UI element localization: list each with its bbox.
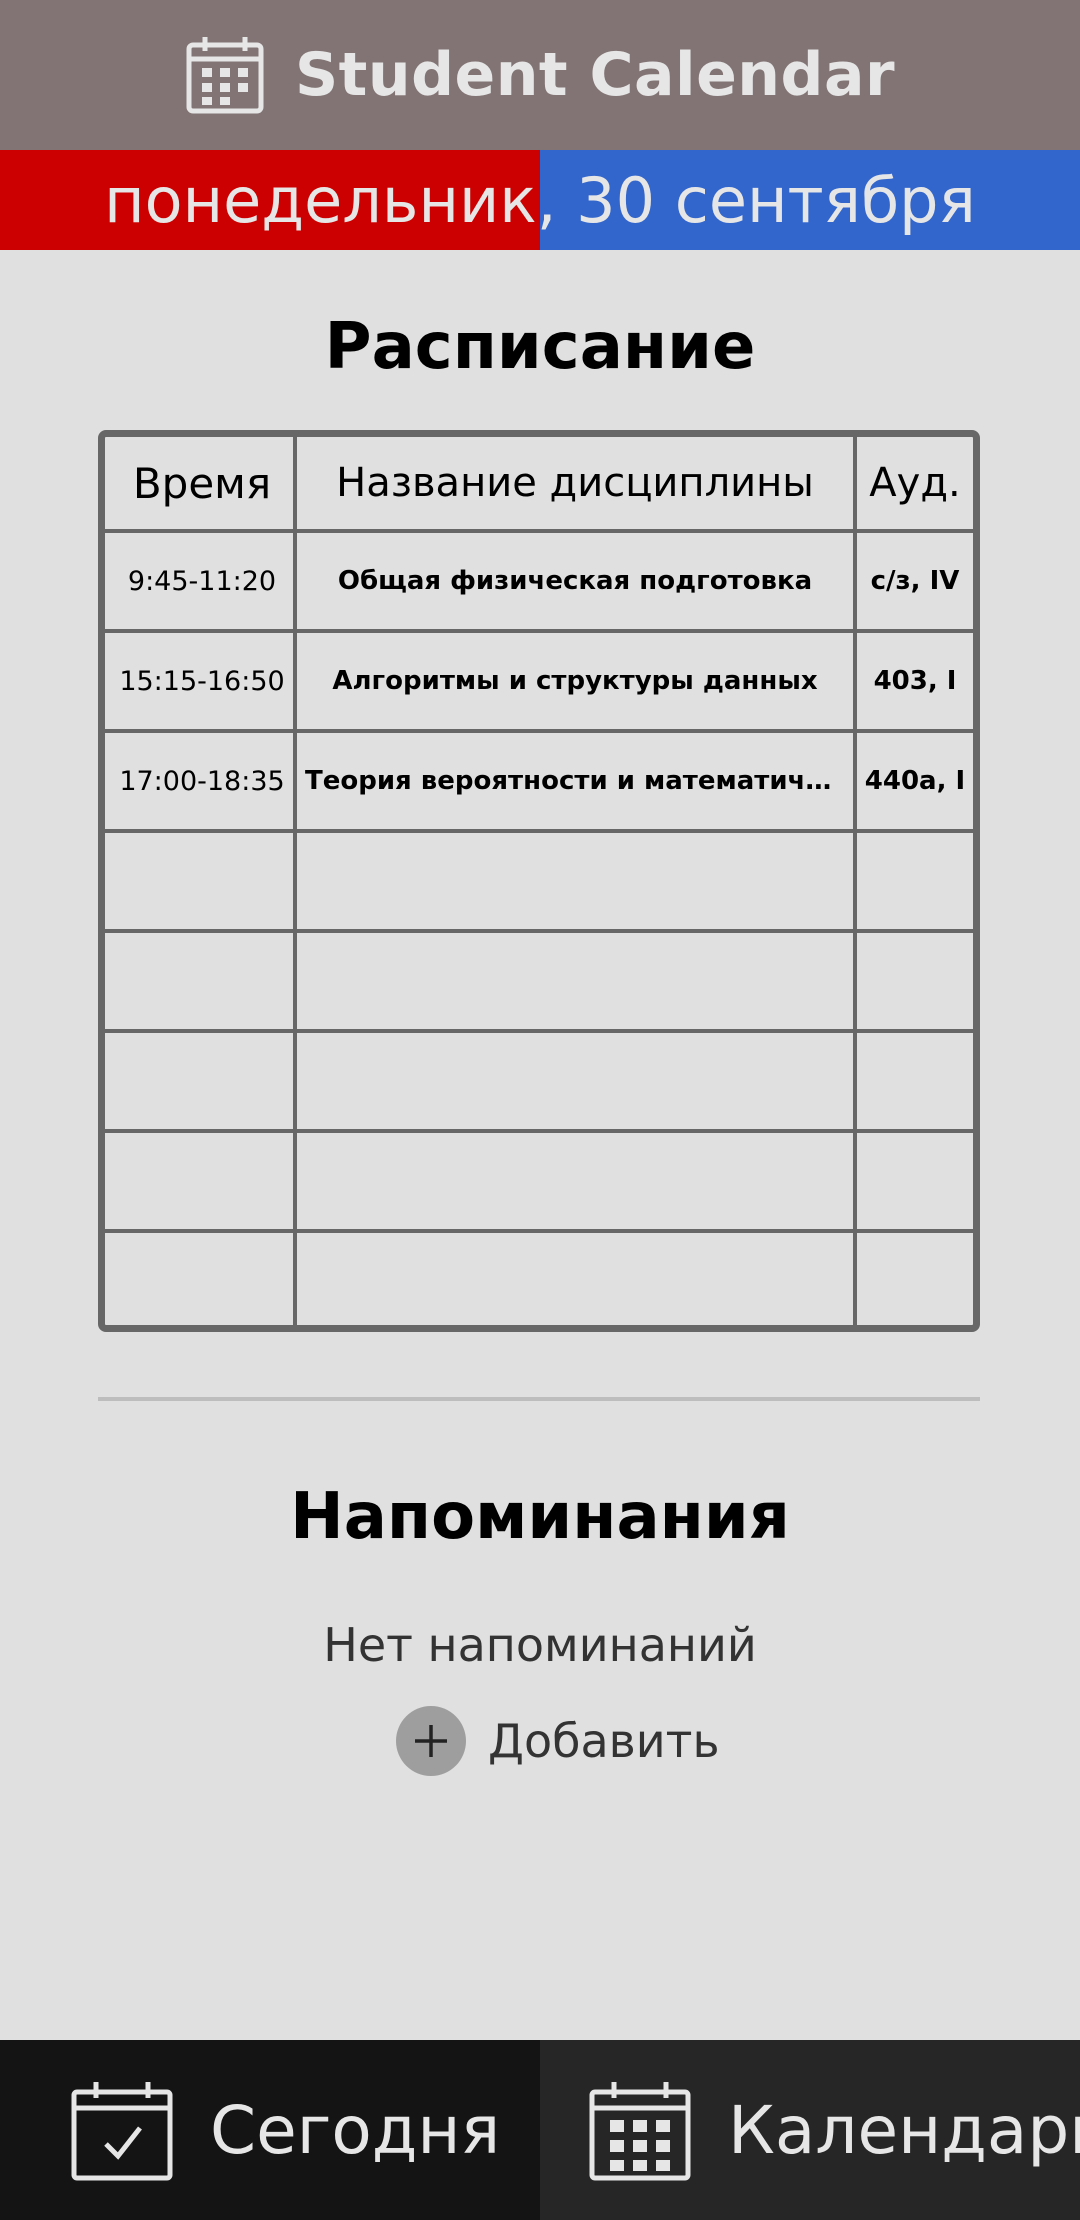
table-row[interactable]: 15:15-16:50 Алгоритмы и структуры данных…	[105, 633, 973, 733]
table-row-empty[interactable]	[105, 833, 973, 933]
nav-today-label: Сегодня	[210, 2091, 501, 2169]
table-row-empty[interactable]	[105, 933, 973, 1033]
row-room: 403, I	[857, 633, 973, 733]
row-time: 15:15-16:50	[105, 633, 297, 733]
row-time	[105, 833, 297, 933]
row-discipline-text: Теория вероятности и математиче...	[305, 766, 845, 796]
nav-calendar-button[interactable]: Календарь	[540, 2040, 1080, 2220]
nav-calendar-label: Календарь	[728, 2091, 1080, 2169]
schedule-title: Расписание	[324, 310, 756, 384]
row-discipline-text: Алгоритмы и структуры данных	[332, 666, 818, 696]
row-discipline: Теория вероятности и математиче...	[297, 733, 857, 833]
section-divider	[98, 1397, 980, 1401]
add-reminder-button[interactable]: Добавить	[396, 1705, 720, 1777]
app-root: Student Calendar понедельник, 30 сентябр…	[0, 0, 1080, 2220]
row-room	[857, 833, 973, 933]
bottom-nav: Сегодня Календарь	[0, 2040, 1080, 2220]
row-discipline: Алгоритмы и структуры данных	[297, 633, 857, 733]
table-row[interactable]: 17:00-18:35 Теория вероятности и математ…	[105, 733, 973, 833]
row-room	[857, 1233, 973, 1325]
schedule-table: Время Название дисциплины Ауд. 9:45-11:2…	[98, 430, 980, 1332]
app-header: Student Calendar	[0, 0, 1080, 150]
table-header-row: Время Название дисциплины Ауд.	[105, 437, 973, 533]
row-room	[857, 1133, 973, 1233]
calendar-grid-icon	[588, 2078, 692, 2182]
column-header-time: Время	[105, 437, 297, 533]
nav-today-button[interactable]: Сегодня	[0, 2040, 540, 2220]
row-time: 9:45-11:20	[105, 533, 297, 633]
row-discipline: Общая физическая подготовка	[297, 533, 857, 633]
row-discipline	[297, 933, 857, 1033]
row-time	[105, 1133, 297, 1233]
row-discipline	[297, 1133, 857, 1233]
current-date: понедельник, 30 сентября	[104, 163, 976, 237]
row-discipline	[297, 1033, 857, 1133]
row-discipline-text: Общая физическая подготовка	[337, 566, 813, 596]
date-bar: понедельник, 30 сентября	[0, 150, 1080, 250]
row-time	[105, 1233, 297, 1325]
no-reminders-text: Нет напоминаний	[323, 1618, 757, 1672]
plus-icon	[396, 1706, 466, 1776]
row-room	[857, 933, 973, 1033]
column-header-room: Ауд.	[857, 437, 973, 533]
table-row-empty[interactable]	[105, 1033, 973, 1133]
column-header-discipline: Название дисциплины	[297, 437, 857, 533]
row-room: 440а, I	[857, 733, 973, 833]
row-discipline	[297, 833, 857, 933]
row-time	[105, 933, 297, 1033]
row-room	[857, 1033, 973, 1133]
app-title: Student Calendar	[294, 40, 896, 110]
reminders-title: Напоминания	[290, 1480, 790, 1554]
table-row-empty[interactable]	[105, 1133, 973, 1233]
table-row-empty[interactable]	[105, 1233, 973, 1325]
row-time: 17:00-18:35	[105, 733, 297, 833]
row-time	[105, 1033, 297, 1133]
table-row[interactable]: 9:45-11:20 Общая физическая подготовка с…	[105, 533, 973, 633]
calendar-check-icon	[70, 2078, 174, 2182]
row-room: с/з, IV	[857, 533, 973, 633]
row-discipline	[297, 1233, 857, 1325]
add-reminder-label: Добавить	[488, 1714, 720, 1768]
calendar-icon	[185, 35, 265, 115]
